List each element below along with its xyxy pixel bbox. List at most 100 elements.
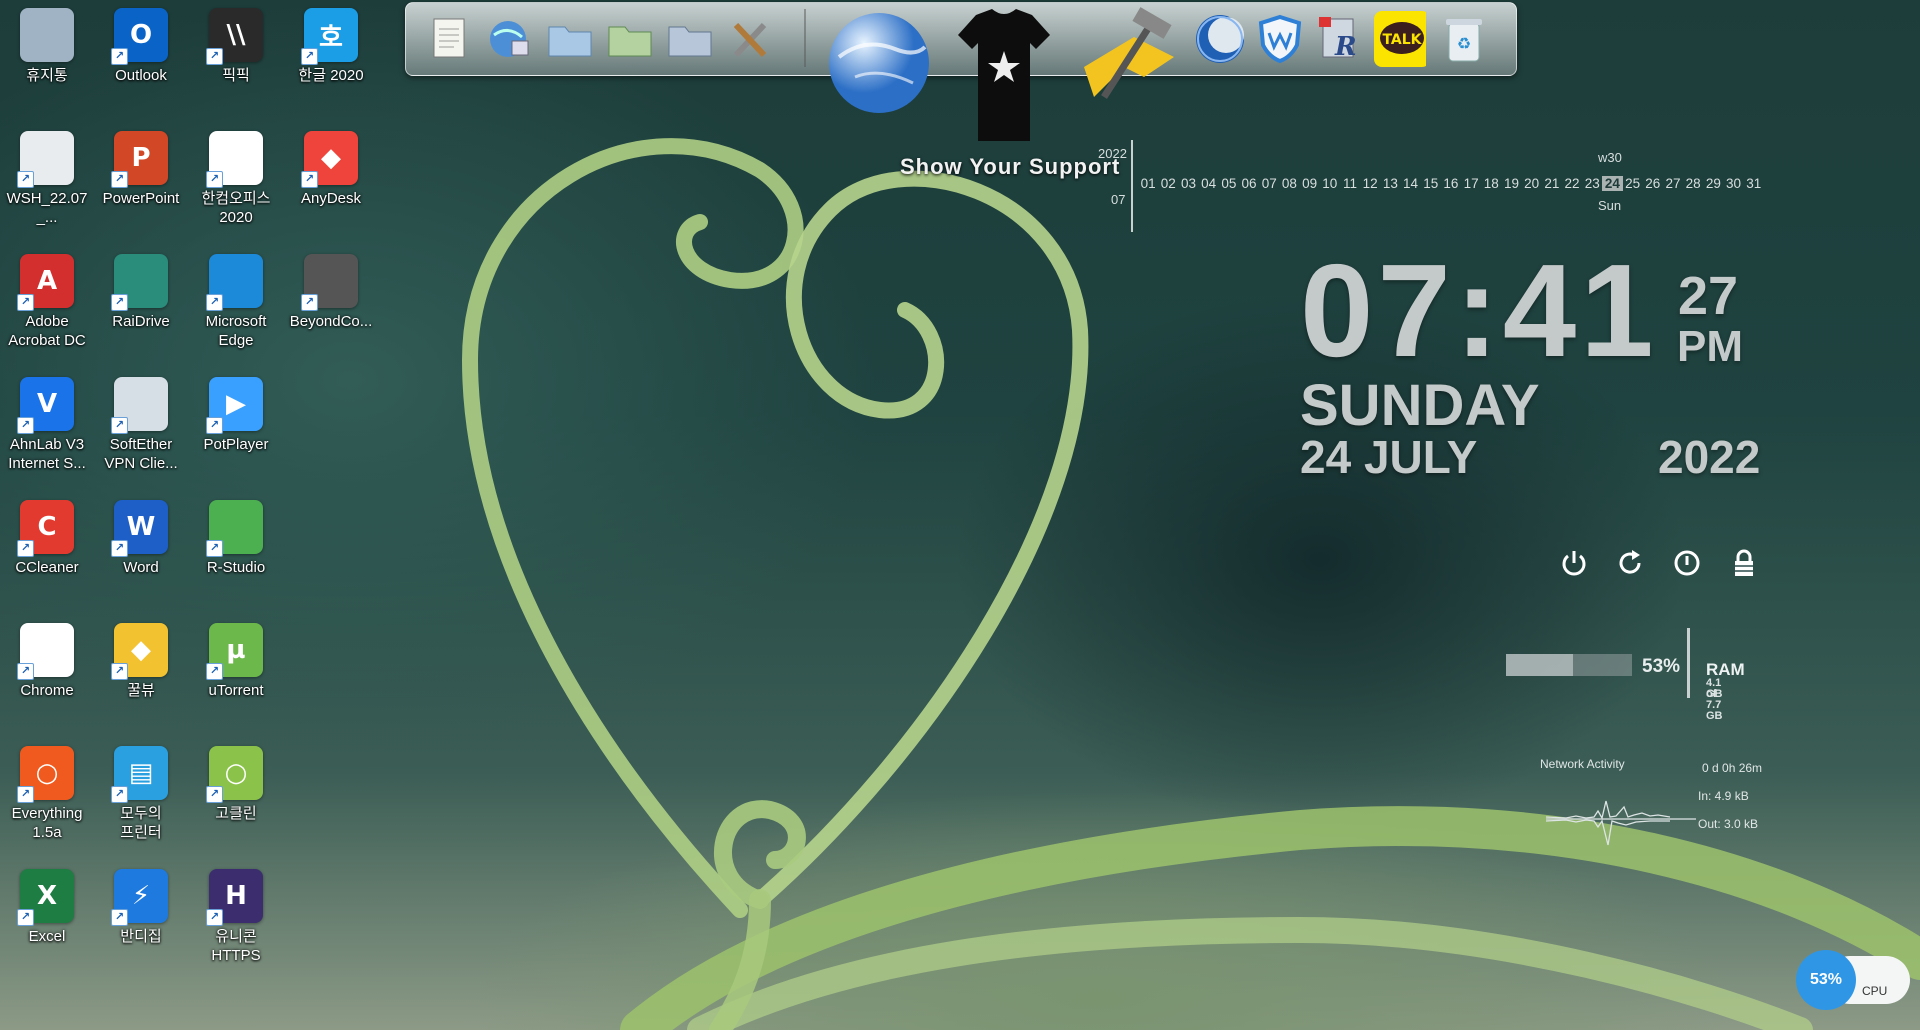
calendar-day: 16 xyxy=(1443,176,1459,191)
moon-icon[interactable] xyxy=(1194,11,1246,67)
desktop-icon-label: Word xyxy=(123,559,159,576)
calendar-day: 18 xyxy=(1483,176,1499,191)
show-your-support-label[interactable]: Show Your Support xyxy=(900,154,1120,180)
desktop-r-studio-shortcut[interactable]: ↗ R-Studio xyxy=(189,492,283,577)
disc-image-icon: ↗ xyxy=(17,131,74,188)
ahnlab-icon: V ↗ xyxy=(17,377,74,434)
desktop-icon-label: 휴지통 xyxy=(26,67,68,84)
desktop-icon-label: RaiDrive xyxy=(112,313,170,330)
hangul-icon: 호 ↗ xyxy=(301,8,358,65)
desktop-chrome-shortcut[interactable]: ↗ Chrome xyxy=(0,615,94,700)
shortcut-arrow-icon: ↗ xyxy=(111,417,128,434)
desktop-utorrent-shortcut[interactable]: µ ↗ uTorrent xyxy=(189,615,283,700)
calendar-divider xyxy=(1131,140,1133,232)
recycle-bin-icon[interactable]: ♻ xyxy=(1438,11,1490,67)
calendar-day: 14 xyxy=(1403,176,1419,191)
desktop-outlook-shortcut[interactable]: O ↗ Outlook xyxy=(94,0,188,85)
desktop-recycle-bin-shortcut[interactable]: 휴지통 xyxy=(0,0,94,85)
shortcut-arrow-icon: ↗ xyxy=(111,48,128,65)
clock-weekday: SUNDAY xyxy=(1300,373,1540,438)
everything-icon: ○ ↗ xyxy=(17,746,74,803)
ram-divider xyxy=(1687,628,1690,698)
desktop-icon-label: 반디집 xyxy=(120,928,162,945)
desktop-disc-image-shortcut[interactable]: ↗ WSH_22.07_... xyxy=(0,123,94,227)
shield-icon[interactable] xyxy=(1254,11,1306,67)
shortcut-arrow-icon: ↗ xyxy=(111,294,128,311)
hammer-icon[interactable] xyxy=(1074,7,1184,107)
desktop-picpick-shortcut[interactable]: \\ ↗ 픽픽 xyxy=(189,0,283,85)
desktop-icon-label: Chrome xyxy=(20,682,74,699)
kakaotalk-icon[interactable]: TALK xyxy=(1374,11,1426,67)
desktop-hancom-office-shortcut[interactable]: ↗ 한컴오피스 2020 xyxy=(189,123,283,227)
desktop-icon-label: Microsoft Edge xyxy=(205,313,267,349)
globe-icon[interactable] xyxy=(824,7,934,115)
calendar-day: 29 xyxy=(1705,176,1721,191)
shutdown-button[interactable] xyxy=(1557,546,1591,580)
clock-hours-minutes: 07:41 xyxy=(1300,237,1658,384)
calendar-day: 04 xyxy=(1201,176,1217,191)
desktop-icon-label: 유니콘 HTTPS xyxy=(211,928,261,964)
desktop-powerpoint-shortcut[interactable]: P ↗ PowerPoint xyxy=(94,123,188,208)
calendar-day: 24 xyxy=(1602,176,1623,191)
desktop-excel-shortcut[interactable]: X ↗ Excel xyxy=(0,861,94,946)
calendar-day: 05 xyxy=(1221,176,1237,191)
calendar-day: 09 xyxy=(1302,176,1318,191)
shortcut-arrow-icon: ↗ xyxy=(206,48,223,65)
cpu-label: CPU xyxy=(1862,984,1888,998)
notepad-icon[interactable] xyxy=(424,11,476,67)
edge-icon: ↗ xyxy=(206,254,263,311)
r-studio-icon: ↗ xyxy=(206,500,263,557)
calendar-day: 10 xyxy=(1322,176,1338,191)
desktop-unicorn-https-shortcut[interactable]: H ↗ 유니콘 HTTPS xyxy=(189,861,283,965)
calendar-day: 22 xyxy=(1564,176,1580,191)
desktop-printer-shortcut[interactable]: ▤ ↗ 모두의 프린터 xyxy=(94,738,188,842)
desktop-icon-label: AhnLab V3 Internet S... xyxy=(8,436,86,472)
calendar-day: 20 xyxy=(1524,176,1540,191)
r-letter-icon[interactable]: R xyxy=(1314,11,1366,67)
desktop-raidrive-shortcut[interactable]: ↗ RaiDrive xyxy=(94,246,188,331)
svg-text:TALK: TALK xyxy=(1382,32,1422,48)
desktop-acrobat-shortcut[interactable]: A ↗ Adobe Acrobat DC xyxy=(0,246,94,350)
folder-icon[interactable] xyxy=(604,11,656,67)
logoff-button[interactable] xyxy=(1670,546,1704,580)
desktop-ccleaner-shortcut[interactable]: C ↗ CCleaner xyxy=(0,492,94,577)
shortcut-arrow-icon: ↗ xyxy=(17,663,34,680)
calendar-day: 15 xyxy=(1423,176,1439,191)
desktop-everything-shortcut[interactable]: ○ ↗ Everything 1.5a xyxy=(0,738,94,842)
desktop-beyond-compare-shortcut[interactable]: ↗ BeyondCo... xyxy=(284,246,378,331)
calendar-week-number: w30 xyxy=(1598,150,1622,165)
shortcut-arrow-icon: ↗ xyxy=(206,909,223,926)
desktop-icon-label: Outlook xyxy=(115,67,167,84)
calendar-days: 01 02 03 04 05 06 07 08 09 10 11 12 13 14 15 16 17 18 19 20… xyxy=(1138,176,1764,191)
desktop-edge-shortcut[interactable]: ↗ Microsoft Edge xyxy=(189,246,283,350)
desktop-bandizip-shortcut[interactable]: ⚡ ↗ 반디집 xyxy=(94,861,188,946)
desktop-goclean-shortcut[interactable]: ○ ↗ 고클린 xyxy=(189,738,283,823)
desktop-word-shortcut[interactable]: W ↗ Word xyxy=(94,492,188,577)
desktop-icon-label: AnyDesk xyxy=(300,190,362,207)
calendar-month: 07 xyxy=(1111,192,1126,207)
beyond-compare-icon: ↗ xyxy=(301,254,358,311)
desktop-hangul-shortcut[interactable]: 호 ↗ 한글 2020 xyxy=(284,0,378,85)
folder-icon[interactable] xyxy=(664,11,716,67)
shortcut-arrow-icon: ↗ xyxy=(206,663,223,680)
desktop-potplayer-shortcut[interactable]: ▶ ↗ PotPlayer xyxy=(189,369,283,454)
desktop-anydesk-shortcut[interactable]: ◆ ↗ AnyDesk xyxy=(284,123,378,208)
lock-button[interactable] xyxy=(1727,546,1761,580)
outlook-icon: O ↗ xyxy=(111,8,168,65)
desktop-icon-label: 모두의 프린터 xyxy=(120,805,162,841)
clock-year: 2022 xyxy=(1658,431,1761,483)
desktop-ahnlab-shortcut[interactable]: V ↗ AhnLab V3 Internet S... xyxy=(0,369,94,473)
restart-button[interactable] xyxy=(1613,546,1647,580)
desktop-icon-label: 고클린 xyxy=(215,805,257,822)
folder-icon[interactable] xyxy=(544,11,596,67)
tools-icon[interactable] xyxy=(724,11,776,67)
calendar-day: 02 xyxy=(1160,176,1176,191)
picpick-icon: \\ ↗ xyxy=(206,8,263,65)
unicorn-https-icon: H ↗ xyxy=(206,869,263,926)
desktop-softether-shortcut[interactable]: ↗ SoftEther VPN Clie... xyxy=(94,369,188,473)
network-globe-icon[interactable] xyxy=(484,11,536,67)
desktop-honeyview-shortcut[interactable]: ◆ ↗ 꿀뷰 xyxy=(94,615,188,700)
calendar-day: 13 xyxy=(1382,176,1398,191)
tshirt-icon[interactable] xyxy=(954,5,1054,145)
shortcut-arrow-icon: ↗ xyxy=(111,663,128,680)
